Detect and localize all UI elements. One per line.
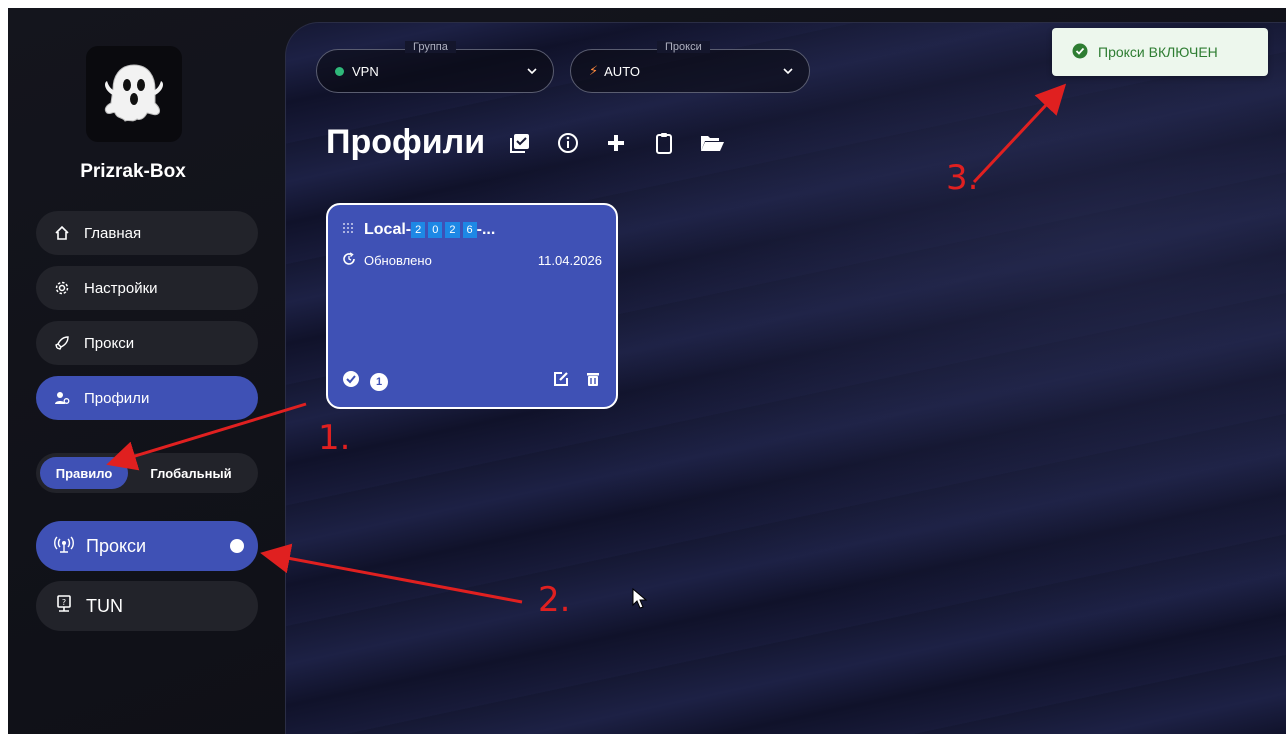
annotation-label-1: 1. <box>318 418 351 458</box>
annotation-arrows <box>106 83 1067 604</box>
annotation-label-2: 2. <box>538 580 571 620</box>
annotation-arrow-2 <box>260 543 523 604</box>
mouse-cursor-icon <box>632 588 648 609</box>
annotation-label-3: 3. <box>946 158 979 198</box>
app-window: Prizrak-Box Главная Настройки Прокси Про… <box>8 8 1286 734</box>
annotation-arrow-1 <box>106 402 307 471</box>
annotation-arrow-3 <box>972 83 1067 184</box>
